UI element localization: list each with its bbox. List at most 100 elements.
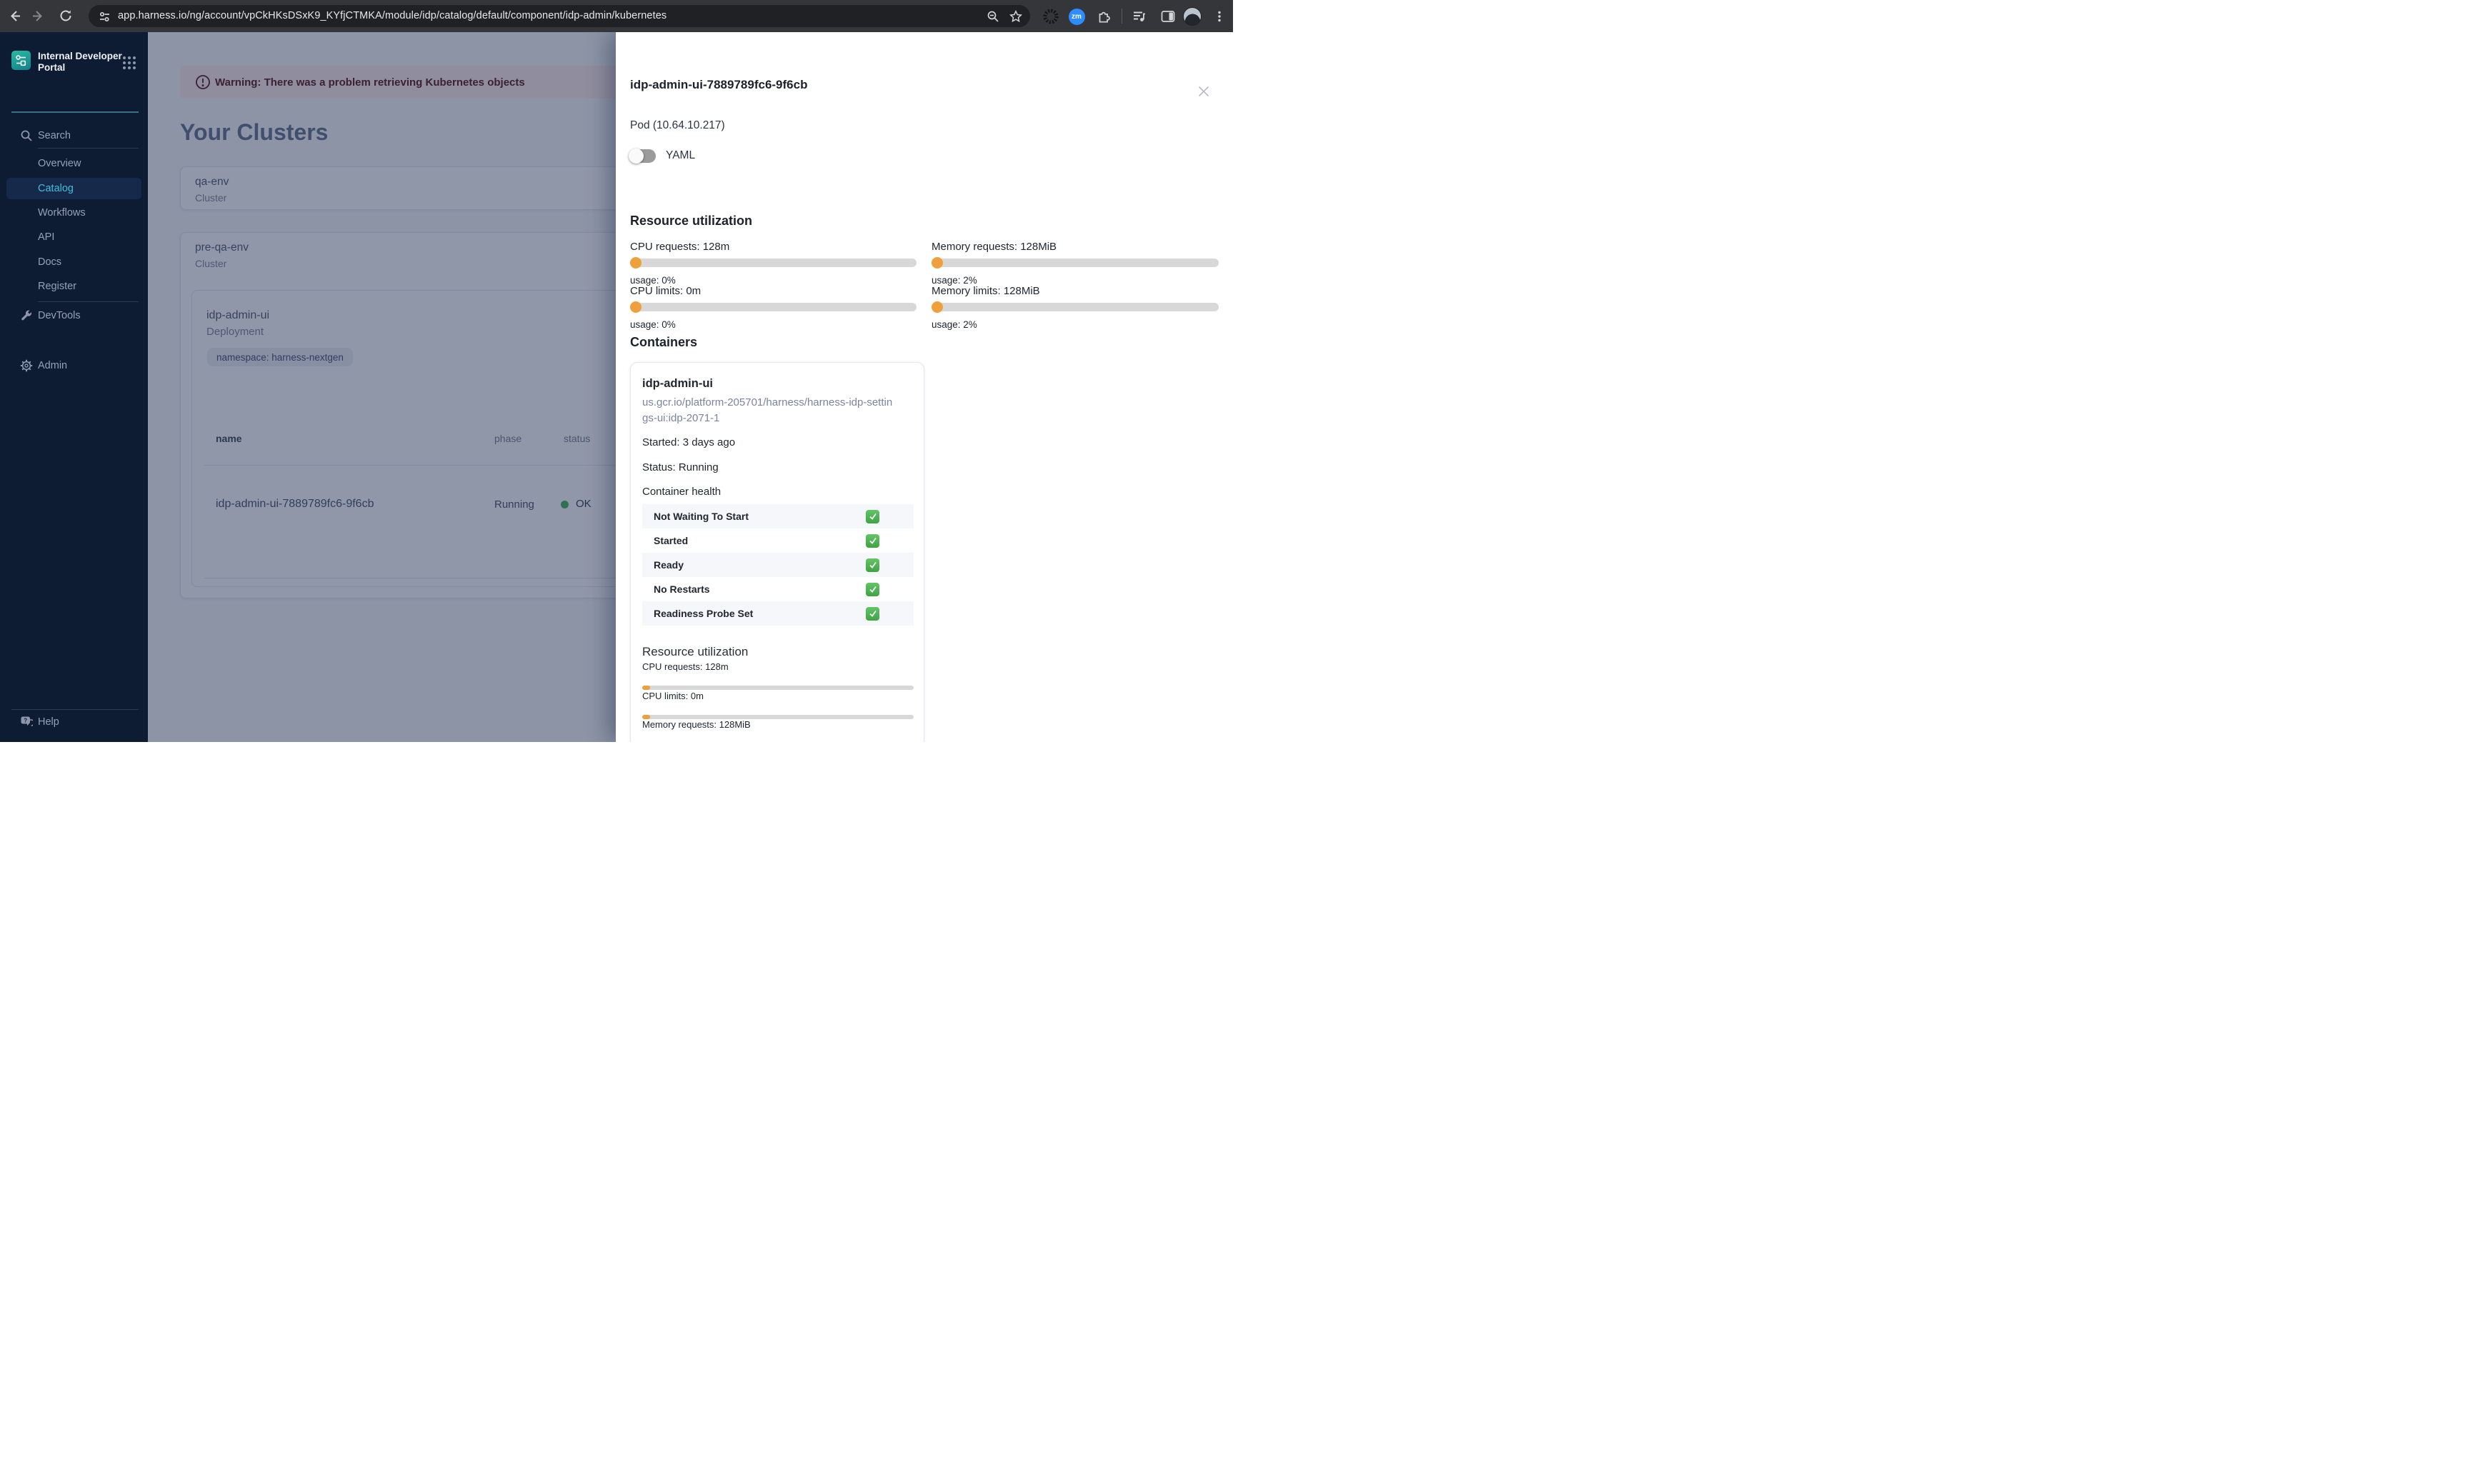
containers-heading: Containers [630, 335, 698, 349]
check-success-icon [866, 533, 879, 548]
metric-usage: usage: 2% [932, 319, 977, 330]
yaml-toggle-thumb [629, 148, 644, 164]
metric-label: CPU limits: 0m [630, 285, 702, 297]
apps-grid-icon[interactable] [121, 55, 137, 71]
sidebar-item-api[interactable]: API [0, 226, 148, 248]
health-check-label: Ready [654, 559, 684, 571]
sidebar-item-overview[interactable]: Overview [0, 153, 148, 174]
yaml-toggle[interactable] [629, 148, 656, 164]
check-success-icon [866, 582, 879, 596]
metric-memory-requests: Memory requests: 128MiB usage: 2% [932, 241, 1219, 286]
help-chat-icon: ? [19, 715, 34, 729]
extensions-puzzle-icon[interactable] [1093, 6, 1114, 27]
browser-forward-button[interactable] [26, 4, 49, 27]
mini-metric-cpu-limits: CPU limits: 0m [642, 691, 914, 719]
browser-toolbar: app.harness.io/ng/account/vpCkHKsDSxK9_K… [0, 0, 1233, 32]
health-check-row: Ready [642, 553, 914, 577]
sidebar-item-label: Workflows [38, 207, 86, 219]
metric-progress-bar [932, 301, 1219, 313]
metric-usage: usage: 0% [630, 319, 676, 330]
sidebar-item-label: Search [38, 130, 71, 141]
check-success-icon [866, 606, 879, 621]
bookmark-star-icon[interactable] [1007, 8, 1024, 25]
resource-utilization-grid: CPU requests: 128m usage: 0% Memory requ… [630, 241, 1219, 330]
sidebar-logo-divider [11, 111, 139, 113]
metric-progress-bar [932, 257, 1219, 269]
health-check-label: No Restarts [654, 583, 710, 595]
container-image: us.gcr.io/platform-205701/harness/harnes… [642, 396, 893, 424]
resource-utilization-heading: Resource utilization [630, 214, 753, 228]
sidebar-divider [38, 148, 139, 149]
sidebar-item-workflows[interactable]: Workflows [0, 202, 148, 224]
gear-icon [19, 359, 34, 373]
sidebar-divider [11, 709, 139, 710]
mini-metric-memory-requests: Memory requests: 128MiB [642, 719, 914, 742]
portal-title: Internal Developer Portal [38, 51, 122, 73]
url-text[interactable]: app.harness.io/ng/account/vpCkHKsDSxK9_K… [118, 5, 667, 27]
metric-label: Memory requests: 128MiB [642, 719, 751, 730]
zoom-out-page-icon[interactable] [984, 8, 1002, 25]
health-check-row: Not Waiting To Start [642, 504, 914, 528]
sidebar-item-docs[interactable]: Docs [0, 251, 148, 273]
app-viewport: Internal Developer Portal Search Overvie… [0, 32, 1233, 742]
search-icon [19, 129, 34, 143]
container-card: idp-admin-ui us.gcr.io/platform-205701/h… [630, 362, 924, 742]
sidebar-item-label: Help [38, 716, 59, 728]
sidebar-item-admin[interactable]: Admin [0, 355, 148, 376]
zoom-app-extension-icon[interactable]: zm [1066, 6, 1087, 27]
sidebar-item-catalog[interactable]: Catalog [6, 178, 141, 199]
close-icon[interactable] [1196, 84, 1212, 99]
metric-label: Memory requests: 128MiB [932, 241, 1057, 253]
browser-menu-icon[interactable] [1209, 6, 1230, 27]
container-health-checks: Not Waiting To Start Started Ready No Re… [642, 504, 914, 626]
progress-thumb [630, 257, 642, 269]
sidebar-item-label: DevTools [38, 310, 81, 321]
profile-photo [1183, 7, 1202, 26]
media-playlist-icon[interactable] [1129, 6, 1150, 27]
container-resource-heading: Resource utilization [642, 645, 749, 658]
yaml-toggle-label: YAML [666, 149, 696, 161]
pod-details-drawer: idp-admin-ui-7889789fc6-9f6cb Pod (10.64… [616, 32, 1233, 742]
progress-thumb [630, 301, 642, 313]
sidebar-item-help[interactable]: ? Help [0, 711, 148, 733]
drawer-title: idp-admin-ui-7889789fc6-9f6cb [630, 78, 808, 91]
sidebar: Internal Developer Portal Search Overvie… [0, 32, 148, 742]
health-check-label: Not Waiting To Start [654, 511, 749, 522]
browser-reload-button[interactable] [54, 4, 77, 27]
health-check-row: No Restarts [642, 577, 914, 601]
metric-label: CPU requests: 128m [630, 241, 730, 253]
sidebar-item-devtools[interactable]: DevTools [0, 305, 148, 326]
check-success-icon [866, 509, 879, 523]
metric-progress-bar [642, 686, 914, 690]
progress-thumb [932, 257, 943, 269]
sidebar-item-label: Docs [38, 256, 62, 268]
metric-usage: usage: 2% [932, 275, 977, 286]
health-check-row: Started [642, 528, 914, 553]
sidebar-item-label: Overview [38, 158, 81, 169]
metric-progress-bar [630, 257, 917, 269]
health-check-label: Readiness Probe Set [654, 608, 754, 619]
site-settings-icon[interactable] [96, 8, 113, 25]
browser-address-bar[interactable]: app.harness.io/ng/account/vpCkHKsDSxK9_K… [89, 5, 1030, 27]
container-started: Started: 3 days ago [642, 436, 736, 448]
browser-back-button[interactable] [3, 4, 26, 27]
check-success-icon [866, 558, 879, 572]
sidebar-item-label: Admin [38, 360, 68, 371]
metric-cpu-limits: CPU limits: 0m usage: 0% [630, 285, 917, 330]
container-health-heading: Container health [642, 486, 722, 498]
sidebar-item-register[interactable]: Register [0, 276, 148, 297]
sidebar-item-label: Register [38, 281, 76, 292]
side-panel-icon[interactable] [1157, 6, 1179, 27]
wrench-icon [19, 309, 34, 323]
browser-profile-avatar[interactable] [1182, 6, 1203, 27]
sidebar-item-search[interactable]: Search [0, 125, 148, 146]
pod-subtitle: Pod (10.64.10.217) [630, 119, 725, 131]
metric-label: CPU requests: 128m [642, 661, 729, 672]
svg-text:?: ? [24, 718, 27, 724]
sidebar-item-label: API [38, 231, 55, 243]
health-check-row: Readiness Probe Set [642, 601, 914, 626]
progress-thumb [932, 301, 943, 313]
extension-spinner-icon[interactable] [1040, 6, 1062, 27]
health-check-label: Started [654, 535, 689, 546]
harness-idp-logo-icon[interactable] [11, 51, 31, 70]
